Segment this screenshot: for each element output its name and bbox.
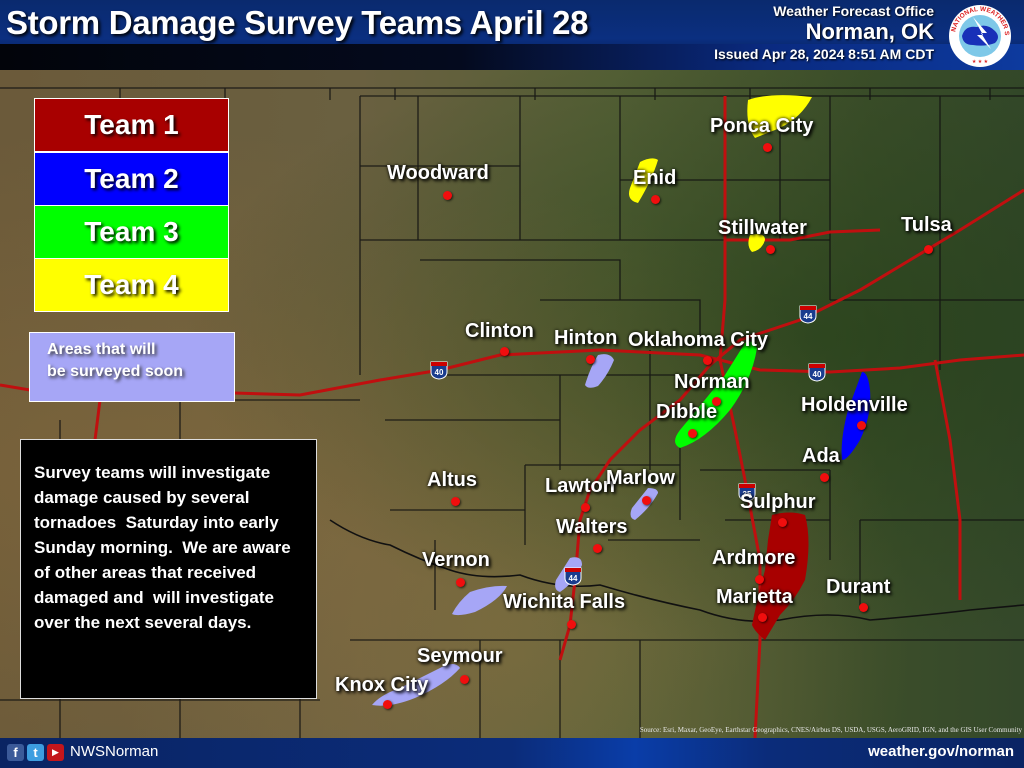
interstate-40-shield-icon: 40: [808, 363, 826, 382]
facebook-icon[interactable]: f: [7, 744, 24, 761]
city-label-norman: Norman: [674, 371, 750, 393]
city-label-enid: Enid: [633, 167, 677, 189]
svg-text:44: 44: [569, 574, 578, 583]
svg-text:40: 40: [813, 370, 822, 379]
office-label: Weather Forecast Office: [773, 3, 934, 19]
city-dot-oklahoma-city: [703, 356, 712, 365]
city-dot-walters: [593, 544, 602, 553]
city-dot-tulsa: [924, 245, 933, 254]
city-label-altus: Altus: [427, 469, 477, 491]
interstate-44-shield-icon: 44: [799, 305, 817, 324]
city-label-ardmore: Ardmore: [712, 547, 796, 569]
page-title: Storm Damage Survey Teams April 28: [6, 4, 589, 41]
nws-logo-icon[interactable]: ★ ★ ★ NATIONAL WEATHER SERVICE: [943, 3, 1018, 69]
city-label-oklahoma-city: Oklahoma City: [628, 329, 769, 351]
city-dot-sulphur: [778, 518, 787, 527]
social-links: f t ▶: [7, 744, 64, 761]
city-dot-knox-city: [383, 700, 392, 709]
social-handle[interactable]: NWSNorman: [70, 743, 158, 760]
city-dot-wichita-falls: [567, 620, 576, 629]
header-banner: Storm Damage Survey Teams April 28 Weath…: [0, 0, 1024, 70]
office-info: Weather Forecast Office Norman, OK Issue…: [714, 3, 934, 64]
city-label-woodward: Woodward: [387, 162, 489, 184]
city-label-seymour: Seymour: [417, 645, 503, 667]
city-label-holdenville: Holdenville: [801, 394, 908, 416]
interstate-44-shield-icon: 44: [564, 567, 582, 586]
website-link[interactable]: weather.gov/norman: [868, 743, 1014, 760]
city-label-stillwater: Stillwater: [718, 217, 807, 239]
city-dot-clinton: [500, 347, 509, 356]
survey-areas: [372, 95, 871, 706]
city-label-marietta: Marietta: [716, 586, 793, 608]
city-dot-ponca-city: [763, 143, 772, 152]
svg-text:44: 44: [804, 312, 813, 321]
legend-team-2: Team 2: [34, 152, 229, 206]
svg-text:40: 40: [435, 368, 444, 377]
city-label-vernon: Vernon: [422, 549, 490, 571]
city-dot-holdenville: [857, 421, 866, 430]
legend-surveyed-soon-line1: Areas that will: [47, 341, 156, 358]
city-dot-durant: [859, 603, 868, 612]
city-dot-lawton: [581, 503, 590, 512]
city-label-sulphur: Sulphur: [740, 491, 816, 513]
city-dot-ardmore: [755, 575, 764, 584]
city-dot-enid: [651, 195, 660, 204]
legend-team-4: Team 4: [34, 258, 229, 312]
legend-surveyed-soon: Areas that will be surveyed soon: [29, 332, 235, 402]
legend-surveyed-soon-line2: be surveyed soon: [47, 363, 184, 380]
map-attribution: Source: Esri, Maxar, GeoEye, Earthstar G…: [639, 726, 1022, 734]
city-dot-dibble: [688, 429, 697, 438]
city-label-knox-city: Knox City: [335, 674, 429, 696]
city-dot-woodward: [443, 191, 452, 200]
footer-bar: f t ▶ NWSNorman weather.gov/norman: [0, 738, 1024, 768]
city-label-ada: Ada: [802, 445, 840, 467]
city-label-walters: Walters: [556, 516, 628, 538]
survey-note-text: Survey teams will investigate damage cau…: [34, 463, 296, 632]
city-label-wichita-falls: Wichita Falls: [503, 591, 626, 613]
interstate-40-shield-icon: 40: [430, 361, 448, 380]
city-label-marlow: Marlow: [606, 467, 675, 489]
city-dot-seymour: [460, 675, 469, 684]
youtube-icon[interactable]: ▶: [47, 744, 64, 761]
city-label-tulsa: Tulsa: [901, 214, 952, 236]
office-location: Norman, OK: [805, 19, 934, 44]
survey-area-soon-vernon: [452, 585, 507, 616]
city-label-lawton: Lawton: [545, 475, 615, 497]
city-dot-stillwater: [766, 245, 775, 254]
city-dot-ada: [820, 473, 829, 482]
city-label-clinton: Clinton: [465, 320, 534, 342]
city-dot-vernon: [456, 578, 465, 587]
issued-timestamp: Issued Apr 28, 2024 8:51 AM CDT: [714, 46, 934, 62]
city-label-ponca-city: Ponca City: [710, 115, 814, 137]
city-dot-altus: [451, 497, 460, 506]
city-label-durant: Durant: [826, 576, 891, 598]
city-label-hinton: Hinton: [554, 327, 618, 349]
svg-text:★ ★ ★: ★ ★ ★: [972, 59, 989, 65]
city-dot-hinton: [586, 355, 595, 364]
survey-note: Survey teams will investigate damage cau…: [20, 439, 317, 699]
legend-team-1: Team 1: [34, 98, 229, 152]
city-label-dibble: Dibble: [656, 401, 718, 423]
legend-team-3: Team 3: [34, 205, 229, 259]
city-dot-marlow: [642, 496, 651, 505]
city-dot-marietta: [758, 613, 767, 622]
twitter-icon[interactable]: t: [27, 744, 44, 761]
